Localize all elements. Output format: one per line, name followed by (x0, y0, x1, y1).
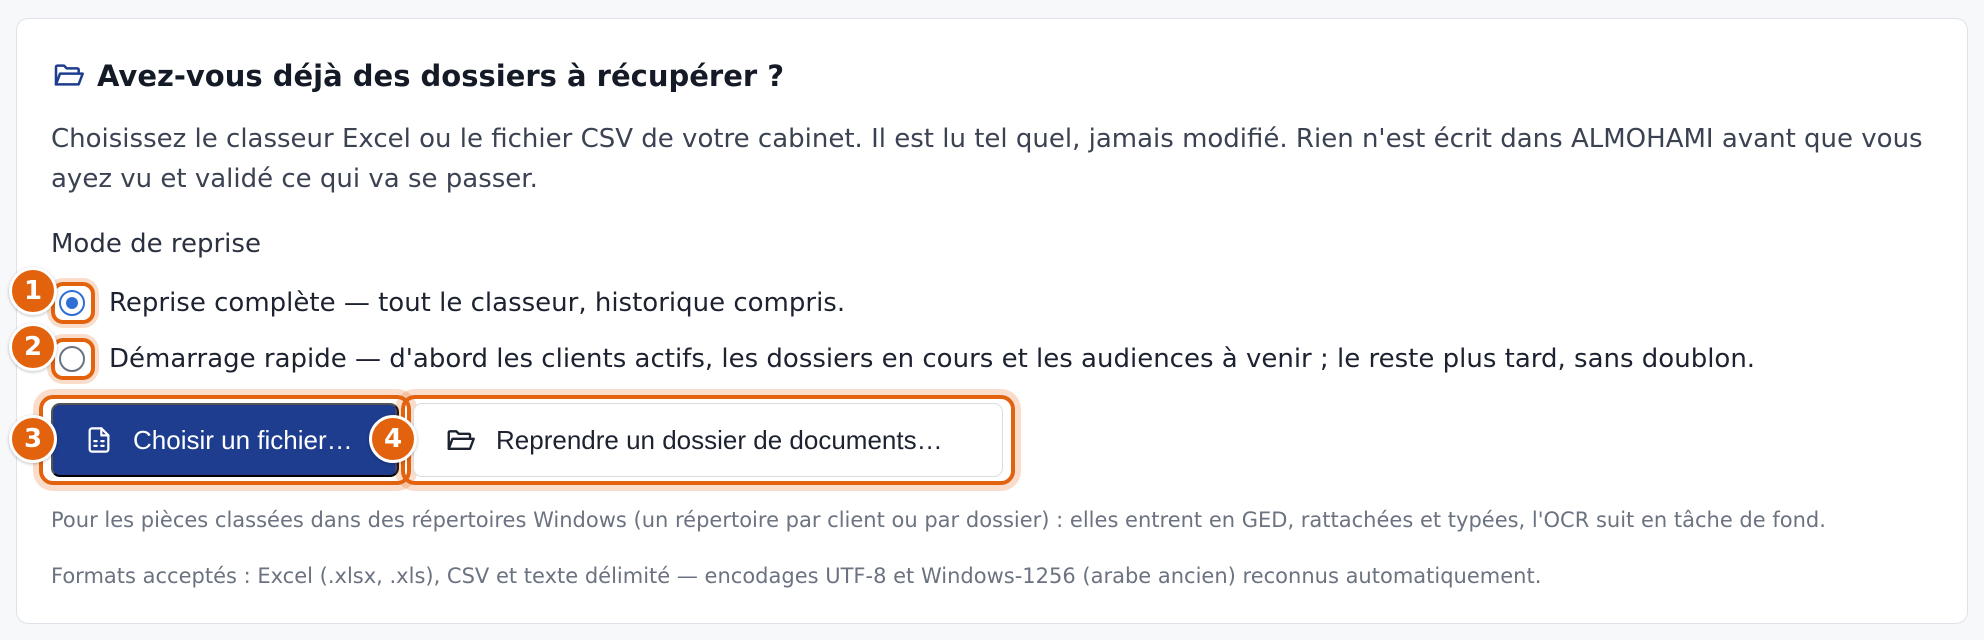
choose-file-label: Choisir un fichier… (133, 424, 353, 455)
marker-badge-3: 3 (9, 415, 57, 463)
help-formats: Formats acceptés : Excel (.xlsx, .xls), … (51, 564, 1542, 588)
radio-full-label[interactable]: Reprise complète — tout le classeur, his… (109, 285, 845, 321)
marker-badge-4: 4 (369, 415, 417, 463)
resume-folder-button[interactable]: Reprendre un dossier de documents… (413, 403, 1003, 477)
highlight-frame (51, 338, 95, 380)
section-description: Choisissez le classeur Excel ou le fichi… (51, 124, 1923, 194)
file-spreadsheet-icon (88, 427, 110, 453)
choose-file-button[interactable]: Choisir un fichier… (51, 403, 399, 477)
marker-badge-2: 2 (9, 323, 57, 371)
import-card: Avez-vous déjà des dossiers à récupérer … (9, 18, 1968, 624)
section-title: Avez-vous déjà des dossiers à récupérer … (97, 59, 785, 93)
radio-quick-label[interactable]: Démarrage rapide — d'abord les clients a… (109, 341, 1755, 377)
folder-open-icon (51, 59, 85, 91)
marker-badge-1: 1 (9, 267, 57, 315)
resume-folder-label: Reprendre un dossier de documents… (496, 424, 943, 455)
help-documents: Pour les pièces classées dans des répert… (51, 508, 1826, 532)
mode-label: Mode de reprise (51, 229, 261, 259)
folder-open-icon (447, 430, 475, 450)
highlight-frame (51, 282, 95, 324)
